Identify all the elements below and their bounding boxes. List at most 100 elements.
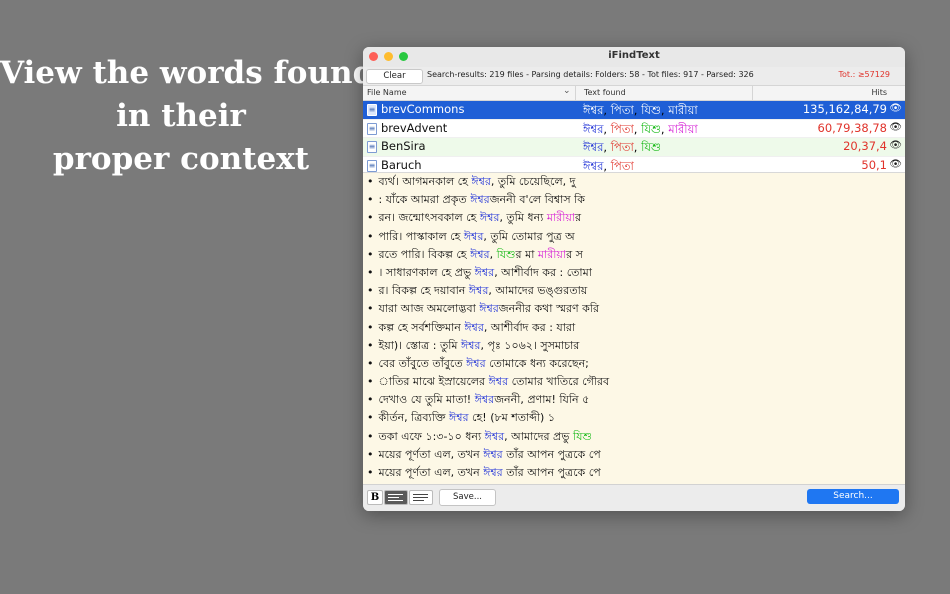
highlighted-word: ঈশ্বর <box>463 229 484 243</box>
context-text: বের তাঁবুতে তাঁবুতে <box>378 356 467 370</box>
context-text: তাঁর আপন পুত্রকে পে <box>502 466 601 479</box>
context-view[interactable]: • ব্যর্থ। আগমনকাল হে ঈশ্বর, তুমি চেয়েছিল… <box>363 172 905 486</box>
found-word: পিতা <box>610 158 634 173</box>
file-name: brevAdvent <box>381 120 448 135</box>
context-text: তোমাকে ধন্য করেছেন; <box>485 356 589 370</box>
context-line: • রন। জন্মোৎসবকাল হে ঈশ্বর, তুমি ধন্য মার… <box>363 209 905 227</box>
bullet: • <box>367 466 374 479</box>
file-name: Baruch <box>381 157 422 172</box>
context-text: কল্প হে সর্বশক্তিমান <box>378 320 465 334</box>
highlighted-word: ঈশ্বর <box>483 447 503 461</box>
total-count: Tot.: ≥57129 <box>838 70 891 79</box>
promo-text: View the words found in their proper con… <box>0 52 374 181</box>
align-left-icon[interactable] <box>384 490 408 505</box>
hit-count: 60,79,38,78 <box>817 120 888 135</box>
highlighted-word: ঈশ্বর <box>488 375 509 389</box>
context-text: , তুমি তোমার পুত্র অ <box>483 229 575 243</box>
bold-toggle[interactable]: B <box>367 490 383 505</box>
highlighted-word: ঈশ্বর <box>470 247 490 261</box>
bullet: • <box>367 284 374 298</box>
results-header: File Name ⌄ Text found Hits <box>363 85 905 101</box>
bullet: • <box>367 429 374 443</box>
chevron-down-icon[interactable]: ⌄ <box>563 86 571 96</box>
context-line: • ইয়া)। স্তোত্র : তুমি ঈশ্বর, পৃঃ ১০৬২। … <box>363 337 905 355</box>
highlighted-word: মারীয়া <box>546 211 576 225</box>
eye-icon[interactable]: 👁 <box>889 140 902 151</box>
highlighted-word: ঈশ্বর <box>460 338 481 352</box>
highlighted-word: ঈশ্বর <box>468 284 489 298</box>
highlighted-word: ঈশ্বর <box>471 175 491 188</box>
context-text: তকা এফে ১:৩-১০ ধন্য <box>378 429 485 443</box>
highlighted-word: মারীয়া <box>537 247 567 261</box>
highlighted-word: ঈশ্বর <box>484 429 505 443</box>
found-word: যিশু <box>641 103 661 117</box>
bullet: • <box>367 375 374 389</box>
column-hits[interactable]: Hits <box>871 88 887 97</box>
hit-count: 50,1 <box>861 157 887 172</box>
column-divider[interactable] <box>575 86 576 100</box>
context-line: •: যাঁকে আমরা প্রকৃত ঈশ্বরজননী ব'লে বিশ্… <box>363 191 905 209</box>
context-text: , <box>489 247 497 261</box>
column-file-name[interactable]: File Name <box>367 88 407 97</box>
context-line: • ময়ের পূর্ণতা এল, তখন ঈশ্বর তাঁর আপন পু… <box>363 446 905 464</box>
context-line: • রতে পারি। বিকল্প হে ঈশ্বর, যিশুর মা মার… <box>363 246 905 264</box>
bullet: • <box>367 265 374 279</box>
clear-button[interactable]: Clear <box>366 69 423 84</box>
highlighted-word: ঈশ্বর <box>464 320 484 334</box>
search-button[interactable]: Search... <box>807 489 899 504</box>
toolbar: Clear Search-results: 219 files - Parsin… <box>363 67 905 85</box>
align-justify-icon[interactable] <box>409 490 433 505</box>
context-text: , তুমি ধন্য <box>499 211 547 225</box>
context-line: • কল্প হে সর্বশক্তিমান ঈশ্বর, আশীর্বাদ কর… <box>363 319 905 337</box>
bullet: • <box>367 247 374 261</box>
result-row[interactable]: ≡ BenSira ঈশ্বর, পিতা, যিশু 20,37,4 👁 <box>363 138 905 157</box>
eye-icon[interactable]: 👁 <box>889 122 902 133</box>
context-text: , আমাদের ভঙ্গুরতায় <box>488 284 588 298</box>
context-line: • ব্যর্থ। আগমনকাল হে ঈশ্বর, তুমি চেয়েছিল… <box>363 173 905 191</box>
eye-icon[interactable]: 👁 <box>889 103 902 114</box>
context-text: , আশীর্বাদ কর : যারা <box>483 320 576 334</box>
document-icon: ≡ <box>367 141 377 153</box>
found-word: মারীয়া <box>668 121 698 136</box>
bullet: • <box>367 193 374 207</box>
result-row[interactable]: ≡ brevCommons ঈশ্বর, পিতা, যিশু, মারীয়া… <box>363 101 905 120</box>
context-text: র <box>575 211 582 225</box>
context-line: • বের তাঁবুতে তাঁবুতে ঈশ্বর তোমাকে ধন্য ক… <box>363 355 905 373</box>
bullet: • <box>367 356 374 370</box>
eye-icon[interactable]: 👁 <box>889 159 902 170</box>
bullet: • <box>367 175 374 188</box>
promo-line-3: proper context <box>52 141 310 177</box>
context-text: , পৃঃ ১০৬২। সুসমাচার <box>480 338 580 352</box>
context-text: জননীর কথা স্মরণ করি <box>498 302 600 316</box>
context-line: • তকা এফে ১:৩-১০ ধন্য ঈশ্বর, আমাদের প্রভু… <box>363 428 905 446</box>
title-bar: iFindText <box>363 47 905 67</box>
context-text: াতির মাঝে ইস্রায়েলের <box>378 375 489 389</box>
context-line: • র। বিকল্প হে দয়াবান ঈশ্বর, আমাদের ভঙ্গ… <box>363 282 905 300</box>
context-text: কীর্তন, ত্রিব্যক্তি <box>378 411 450 425</box>
found-word: ঈশ্বর <box>583 121 604 136</box>
found-word: যিশু <box>641 121 661 136</box>
context-text: রতে পারি। বিকল্প হে <box>378 247 471 261</box>
document-icon: ≡ <box>367 159 377 172</box>
context-line: • পারি। পাস্কাকাল হে ঈশ্বর, তুমি তোমার পু… <box>363 228 905 246</box>
document-icon: ≡ <box>367 122 377 135</box>
bullet: • <box>367 338 374 352</box>
app-window: iFindText Clear Search-results: 219 file… <box>363 47 905 511</box>
context-text: দেখাও যে তুমি মাতা! <box>378 393 475 407</box>
column-text-found[interactable]: Text found <box>584 88 626 97</box>
context-line: • দেখাও যে তুমি মাতা! ঈশ্বরজননী, প্রণাম! … <box>363 391 905 409</box>
result-row[interactable]: ≡ brevAdvent ঈশ্বর, পিতা, যিশু, মারীয়া … <box>363 120 905 138</box>
highlighted-word: ঈশ্বর <box>474 393 495 407</box>
highlighted-word: ঈশ্বর <box>470 193 490 207</box>
context-text: রন। জন্মোৎসবকাল হে <box>378 211 480 225</box>
results-list: ≡ brevCommons ঈশ্বর, পিতা, যিশু, মারীয়া… <box>363 101 905 175</box>
save-button[interactable]: Save... <box>439 489 496 506</box>
context-text: যারা আজ অমলোদ্ভবা <box>378 302 480 316</box>
found-word: ঈশ্বর <box>583 158 604 173</box>
context-text: তোমার খাতিরে গৌরব <box>508 375 610 389</box>
context-text: , আমাদের প্রভু <box>504 429 573 443</box>
column-divider[interactable] <box>752 86 753 100</box>
found-word: পিতা <box>610 140 634 154</box>
found-word: মারীয়া <box>668 103 698 117</box>
context-text: । সাধারণকাল হে প্রভু <box>378 265 475 279</box>
